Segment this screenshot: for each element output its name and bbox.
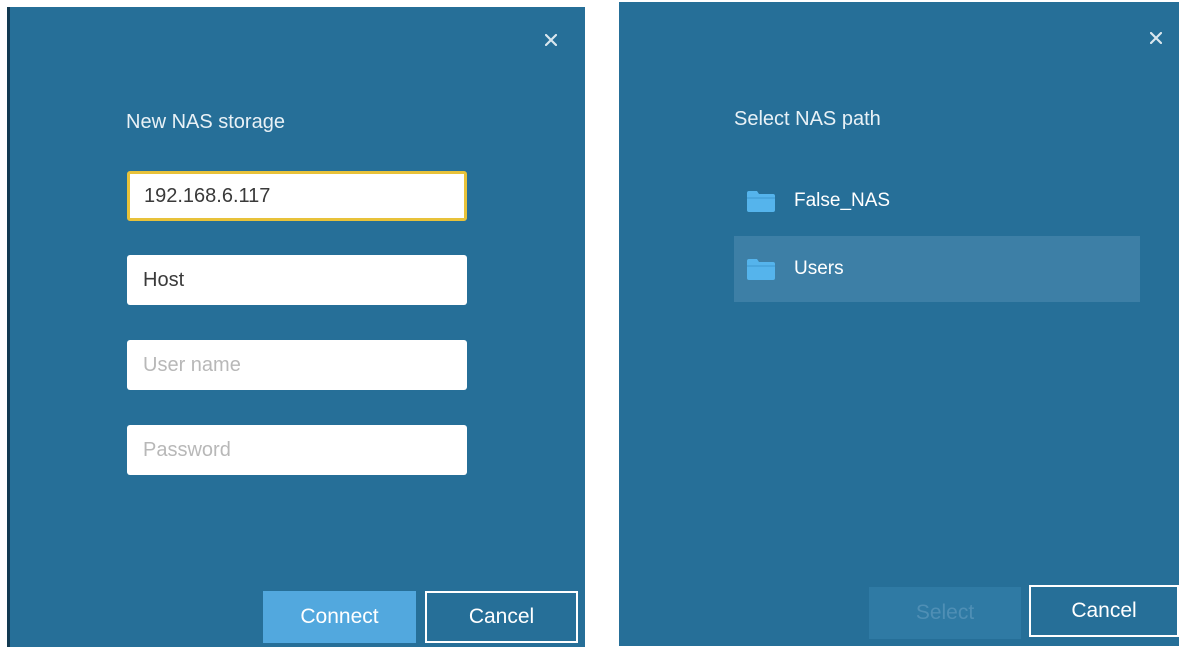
- username-input[interactable]: [127, 340, 467, 390]
- password-input[interactable]: [127, 425, 467, 475]
- nas-address-input[interactable]: [127, 171, 467, 221]
- connect-button[interactable]: Connect: [263, 591, 416, 643]
- folder-icon: [747, 259, 775, 280]
- cancel-button[interactable]: Cancel: [1029, 585, 1179, 637]
- host-input[interactable]: [127, 255, 467, 305]
- new-nas-storage-dialog: New NAS storage Connect Cancel: [7, 7, 585, 647]
- folder-label: Users: [794, 258, 844, 279]
- select-nas-path-dialog: Select NAS path False_NAS Users Select C…: [619, 2, 1179, 646]
- cancel-button[interactable]: Cancel: [425, 591, 578, 643]
- select-button[interactable]: Select: [869, 587, 1021, 639]
- folder-icon: [747, 191, 775, 212]
- dialog-title: Select NAS path: [734, 108, 881, 130]
- close-icon[interactable]: [1145, 27, 1167, 49]
- close-icon[interactable]: [540, 29, 562, 51]
- dialog-title: New NAS storage: [126, 111, 285, 133]
- folder-item-false-nas[interactable]: False_NAS: [734, 168, 1140, 234]
- folder-label: False_NAS: [794, 190, 891, 211]
- folder-item-users[interactable]: Users: [734, 236, 1140, 302]
